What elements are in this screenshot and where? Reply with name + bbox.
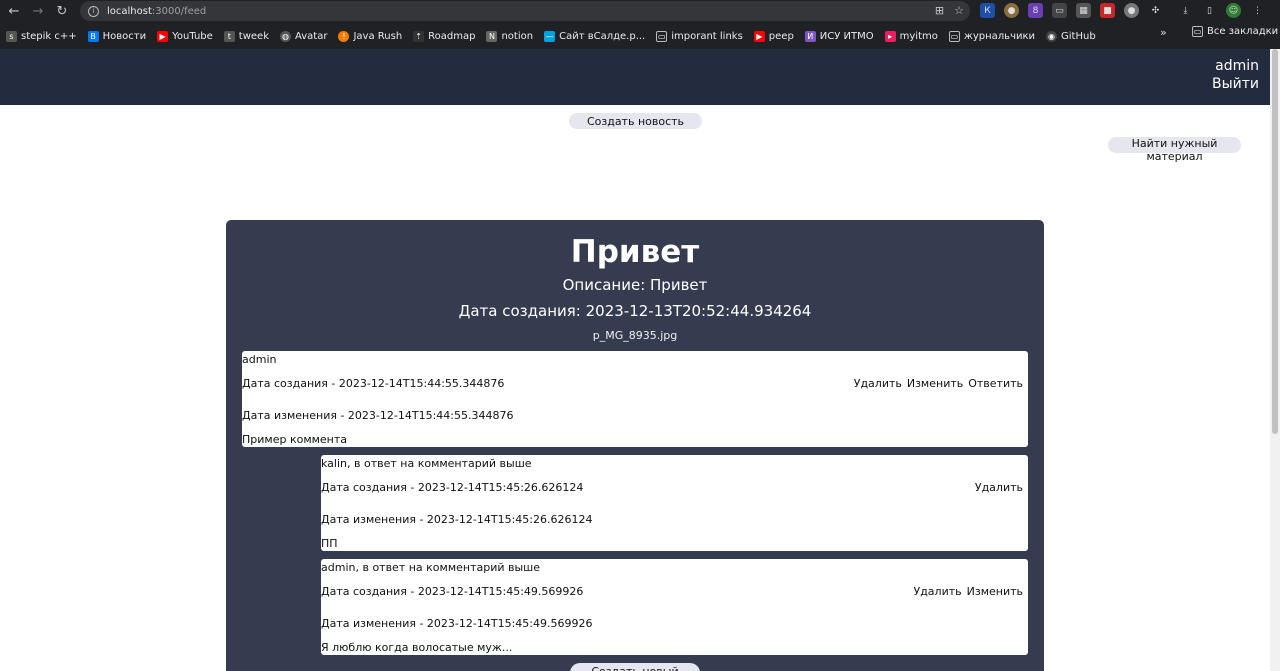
vk-icon: В: [87, 30, 99, 42]
youtube-icon: ▶: [753, 30, 765, 42]
delete-comment-button[interactable]: Удалить: [975, 481, 1023, 494]
address-bar-icons: ⊞ ☆: [935, 4, 964, 17]
edit-comment-button[interactable]: Изменить: [967, 585, 1023, 598]
comment-created: Дата создания - 2023-12-14T15:45:26.6261…: [321, 481, 584, 494]
comment-item: kalin, в ответ на комментарий выше Дата …: [321, 455, 1028, 551]
back-icon[interactable]: ←: [2, 0, 26, 23]
news-card: Привет Описание: Привет Дата создания: 2…: [226, 220, 1044, 671]
page-viewport: admin Выйти Создать новость Найти нужный…: [0, 49, 1270, 671]
github-icon: ◉: [1046, 30, 1058, 42]
bookmark-imporant-links[interactable]: ▭ imporant links: [656, 30, 743, 42]
delete-comment-button[interactable]: Удалить: [914, 585, 962, 598]
bookmark-star-icon[interactable]: ☆: [954, 4, 964, 17]
news-attachment-link[interactable]: p_MG_8935.jpg: [226, 329, 1044, 342]
bookmark-myitmo[interactable]: ▸ myitmo: [884, 30, 938, 42]
all-bookmarks[interactable]: ▭ Все закладки: [1192, 26, 1278, 37]
bookmark-tweek[interactable]: t tweek: [223, 30, 269, 42]
comment-author: kalin, в ответ на комментарий выше: [321, 457, 532, 470]
youtube-icon: ▶: [157, 30, 169, 42]
grid-extension-icon[interactable]: ▦: [1076, 3, 1091, 18]
comment-actions: Удалить: [975, 481, 1023, 494]
vk-extension-icon[interactable]: К: [980, 3, 995, 18]
tweek-icon: t: [223, 30, 235, 42]
news-description: Описание: Привет: [562, 276, 708, 294]
url-path: :3000/feed: [151, 5, 207, 17]
profile-avatar-icon[interactable]: ☺: [1226, 3, 1241, 18]
circle-extension-icon[interactable]: ●: [1124, 3, 1139, 18]
news-created-date: Дата создания: 2023-12-13T20:52:44.93426…: [458, 302, 812, 320]
comment-modified: Дата изменения - 2023-12-14T15:45:26.626…: [321, 513, 593, 526]
puzzle-extensions-icon[interactable]: ✣: [1148, 3, 1163, 18]
bookmark-stepik[interactable]: s stepik c++: [6, 30, 77, 42]
bookmark-youtube[interactable]: ▶ YouTube: [157, 30, 213, 42]
news-title: Привет: [570, 234, 700, 270]
bookmark-javarush[interactable]: ! Java Rush: [338, 30, 402, 42]
comment-modified: Дата изменения - 2023-12-14T15:45:49.569…: [321, 617, 593, 630]
javarush-icon: !: [338, 30, 350, 42]
menu-kebab-icon[interactable]: ⋮: [1250, 3, 1265, 18]
create-news-button[interactable]: Создать новость: [569, 113, 702, 129]
extensions-bar: К ● 8 ▭ ▦ ■ ● ✣ ⤓ ▯ ☺ ⋮: [980, 3, 1265, 18]
bookmark-site[interactable]: — Сайт вСалде.р...: [544, 30, 645, 42]
bookmark-peep[interactable]: ▶ peep: [753, 30, 794, 42]
browser-toolbar: ← → ↻ i localhost:3000/feed ⊞ ☆ К ● 8 ▭ …: [0, 0, 1280, 23]
folder-icon: ▭: [656, 30, 668, 42]
site-icon: —: [544, 30, 556, 42]
itmo-icon: И: [804, 30, 816, 42]
comment-actions: Удалить Изменить Ответить: [854, 377, 1023, 390]
delete-comment-button[interactable]: Удалить: [854, 377, 902, 390]
folder-icon: ▭: [1192, 26, 1203, 37]
comment-created: Дата создания - 2023-12-14T15:45:49.5699…: [321, 585, 584, 598]
logout-link[interactable]: Выйти: [1212, 75, 1259, 93]
edit-comment-button[interactable]: Изменить: [907, 377, 963, 390]
reload-icon[interactable]: ↻: [50, 0, 74, 23]
browser-chrome: ← → ↻ i localhost:3000/feed ⊞ ☆ К ● 8 ▭ …: [0, 0, 1280, 49]
comment-modified: Дата изменения - 2023-12-14T15:44:55.344…: [242, 409, 514, 422]
bookmark-github[interactable]: ◉ GitHub: [1046, 30, 1096, 42]
reply-comment-button[interactable]: Ответить: [968, 377, 1023, 390]
forward-icon[interactable]: →: [26, 0, 50, 23]
address-bar[interactable]: i localhost:3000/feed ⊞ ☆: [80, 1, 970, 21]
comment-author: admin: [242, 353, 277, 366]
notion-icon: N: [486, 30, 498, 42]
username: admin: [1215, 58, 1259, 74]
page-scrollbar[interactable]: [1270, 49, 1280, 671]
folder-icon: ▭: [948, 30, 960, 42]
url-host: localhost: [107, 5, 152, 17]
find-material-button[interactable]: Найти нужный материал: [1108, 137, 1241, 163]
media-extension-icon[interactable]: ▭: [1052, 3, 1067, 18]
bookmark-avatar[interactable]: ◍ Avatar: [280, 30, 327, 42]
myitmo-icon: ▸: [884, 30, 896, 42]
site-header: admin Выйти: [0, 49, 1270, 105]
bookmark-notion[interactable]: Nnotion: [486, 30, 533, 42]
bookmark-zhurnalchiki[interactable]: ▭ журнальчики: [948, 30, 1035, 42]
bookmark-novosti[interactable]: В Новости: [87, 30, 146, 42]
bookmark-isu-itmo[interactable]: И ИСУ ИТМО: [804, 30, 874, 42]
download-icon[interactable]: ⤓: [1178, 3, 1193, 18]
globe-icon: ◍: [280, 30, 291, 42]
badge-extension-icon[interactable]: 8: [1028, 3, 1043, 18]
comment-text: Я люблю когда волосатые муж...: [321, 641, 513, 654]
scrollbar-thumb[interactable]: [1272, 49, 1278, 434]
comment-item: admin Дата создания - 2023-12-14T15:44:5…: [242, 351, 1028, 447]
side-panel-icon[interactable]: ▯: [1202, 3, 1217, 18]
translate-icon[interactable]: ⊞: [935, 4, 944, 17]
site-info-icon[interactable]: i: [88, 5, 99, 17]
stepik-icon: s: [6, 30, 17, 42]
comment-text: ПП: [321, 537, 338, 550]
bookmark-roadmap[interactable]: ⇡ Roadmap: [413, 30, 475, 42]
create-comment-button[interactable]: Создать новый: [570, 663, 700, 671]
comment-created: Дата создания - 2023-12-14T15:44:55.3448…: [242, 377, 505, 390]
red-extension-icon[interactable]: ■: [1100, 3, 1115, 18]
roadmap-icon: ⇡: [413, 30, 425, 42]
comment-author: admin, в ответ на комментарий выше: [321, 561, 541, 574]
bookmarks-overflow-icon[interactable]: »: [1160, 26, 1167, 39]
bookmarks-bar: s stepik c++ В Новости ▶ YouTube t tweek ◍ Av…: [0, 26, 1280, 46]
avatar-extension-icon[interactable]: ●: [1004, 3, 1019, 18]
user-box: admin Выйти: [1212, 57, 1259, 93]
comment-actions: Удалить Изменить: [914, 585, 1024, 598]
comment-item: admin, в ответ на комментарий выше Дата …: [321, 559, 1028, 655]
comment-text: Пример коммента: [242, 433, 348, 446]
